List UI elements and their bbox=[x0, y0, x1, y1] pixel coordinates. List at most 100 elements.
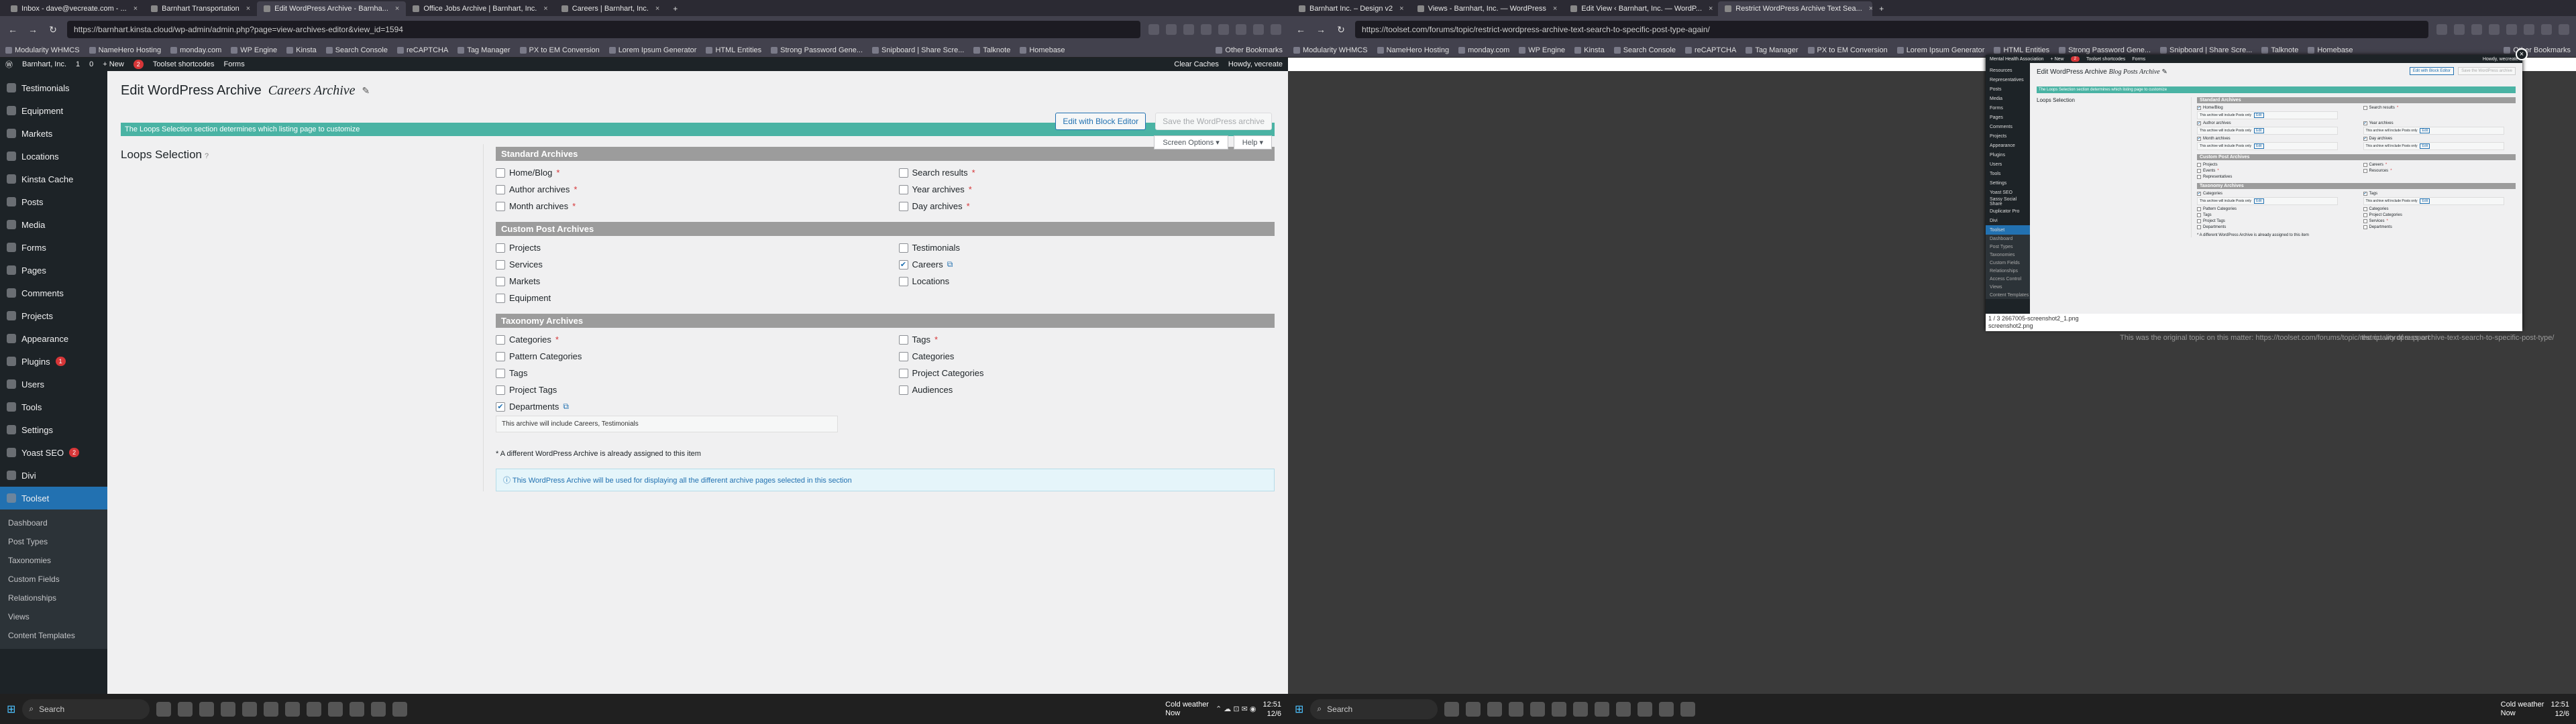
help-icon[interactable]: ? bbox=[205, 152, 209, 160]
bookmark[interactable]: Snipboard | Share Scre... bbox=[2160, 46, 2252, 54]
checkbox-project-tags[interactable]: Project Tags bbox=[496, 385, 872, 395]
checkbox-day-archives[interactable]: Day archives * bbox=[898, 201, 1275, 211]
menu-item-plugins[interactable]: Plugins 1 bbox=[0, 350, 107, 373]
extension-icon[interactable] bbox=[2524, 24, 2534, 35]
taskbar-app-icon[interactable] bbox=[371, 701, 386, 717]
bookmark[interactable]: WP Engine bbox=[1519, 46, 1565, 54]
close-tab-icon[interactable]: × bbox=[395, 5, 399, 13]
howdy-user[interactable]: Howdy, vecreate bbox=[1228, 60, 1283, 68]
menu-item-users[interactable]: Users bbox=[0, 373, 107, 396]
checkbox-author-archives[interactable]: Author archives * bbox=[496, 184, 872, 194]
taskbar-app-icon[interactable] bbox=[1509, 701, 1524, 717]
menu-icon[interactable] bbox=[2559, 24, 2569, 35]
bookmark[interactable]: reCAPTCHA bbox=[1685, 46, 1736, 54]
edit-name-icon[interactable]: ✎ bbox=[362, 85, 370, 97]
toolset-shortcodes-link[interactable]: Toolset shortcodes bbox=[153, 60, 215, 68]
bookmark[interactable]: Homebase bbox=[2308, 46, 2353, 54]
edit-link-icon[interactable]: ⧉ bbox=[563, 402, 569, 412]
menu-item-settings[interactable]: Settings bbox=[0, 418, 107, 441]
taskbar-app-icon[interactable] bbox=[1573, 701, 1589, 717]
menu-item-pages[interactable]: Pages bbox=[0, 259, 107, 282]
checkbox-project-categories[interactable]: Project Categories bbox=[898, 368, 1275, 378]
close-tab-icon[interactable]: × bbox=[655, 5, 659, 13]
bookmark[interactable]: Kinsta bbox=[286, 46, 317, 54]
checkbox[interactable] bbox=[898, 201, 908, 211]
checkbox-year-archives[interactable]: Year archives * bbox=[898, 184, 1275, 194]
new-content-link[interactable]: + New bbox=[103, 60, 124, 68]
taskbar-app-icon[interactable] bbox=[242, 701, 258, 717]
menu-item-equipment[interactable]: Equipment bbox=[0, 99, 107, 122]
bookmark[interactable]: HTML Entities bbox=[1994, 46, 2049, 54]
bookmark[interactable]: WP Engine bbox=[231, 46, 277, 54]
taskbar-app-icon[interactable] bbox=[1487, 701, 1503, 717]
browser-tab[interactable]: Inbox - dave@vecreate.com - ... × bbox=[4, 1, 144, 16]
bookmark[interactable]: Modularity WHMCS bbox=[5, 46, 80, 54]
taskbar-app-icon[interactable] bbox=[307, 701, 322, 717]
updates-count[interactable]: 1 bbox=[76, 60, 80, 68]
extension-icon[interactable] bbox=[2506, 24, 2517, 35]
taskbar-app-icon[interactable] bbox=[328, 701, 343, 717]
checkbox-services[interactable]: Services bbox=[496, 259, 872, 269]
edit-with-block-editor-button[interactable]: Edit with Block Editor bbox=[1055, 113, 1146, 130]
checkbox[interactable] bbox=[496, 276, 505, 286]
windows-start-icon[interactable]: ⊞ bbox=[7, 703, 15, 716]
taskbar-search[interactable]: ⌕ Search bbox=[22, 699, 150, 719]
checkbox[interactable] bbox=[496, 259, 505, 269]
clock[interactable]: 12:51 12/6 bbox=[2551, 700, 2569, 719]
forward-icon[interactable]: → bbox=[1315, 24, 1327, 35]
checkbox[interactable] bbox=[496, 335, 505, 345]
taskbar-app-icon[interactable] bbox=[221, 701, 236, 717]
checkbox-month-archives[interactable]: Month archives * bbox=[496, 201, 872, 211]
checkbox-careers[interactable]: ✔ Careers ⧉ bbox=[898, 259, 1275, 269]
taskbar-app-icon[interactable] bbox=[350, 701, 365, 717]
reload-icon[interactable]: ↻ bbox=[1335, 24, 1347, 36]
taskbar-app-icon[interactable] bbox=[1659, 701, 1674, 717]
checkbox-audiences[interactable]: Audiences bbox=[898, 385, 1275, 395]
taskbar-app-icon[interactable] bbox=[1595, 701, 1610, 717]
bookmark[interactable]: monday.com bbox=[170, 46, 221, 54]
checkbox-checked[interactable]: ✔ bbox=[898, 259, 908, 269]
checkbox[interactable] bbox=[898, 368, 908, 378]
checkbox-testimonials[interactable]: Testimonials bbox=[898, 243, 1275, 253]
checkbox-pattern-categories[interactable]: Pattern Categories bbox=[496, 351, 872, 361]
save-archive-button[interactable]: Save the WordPress archive bbox=[1155, 113, 1272, 130]
taskbar-app-icon[interactable] bbox=[178, 701, 193, 717]
extension-icon[interactable] bbox=[1166, 24, 1177, 35]
lightbox-close-button[interactable]: × bbox=[2516, 48, 2528, 60]
weather-widget[interactable]: Cold weather Now bbox=[1165, 701, 1209, 718]
checkbox[interactable] bbox=[496, 351, 505, 361]
taskbar-app-icon[interactable] bbox=[392, 701, 408, 717]
checkbox-home-blog[interactable]: Home/Blog * bbox=[496, 168, 872, 178]
checkbox[interactable] bbox=[898, 168, 908, 178]
taskbar-app-icon[interactable] bbox=[199, 701, 215, 717]
site-name-link[interactable]: Barnhart, Inc. bbox=[22, 60, 66, 68]
bookmark[interactable]: Snipboard | Share Scre... bbox=[872, 46, 964, 54]
checkbox-categories[interactable]: Categories * bbox=[496, 335, 872, 345]
checkbox[interactable] bbox=[496, 168, 505, 178]
checkbox[interactable] bbox=[496, 243, 505, 253]
checkbox[interactable] bbox=[898, 351, 908, 361]
menu-item-yoast[interactable]: Yoast SEO 2 bbox=[0, 441, 107, 464]
new-tab-button[interactable]: + bbox=[1872, 1, 1890, 16]
screen-options-button[interactable]: Screen Options ▾ bbox=[1154, 135, 1228, 149]
taskbar-app-icon[interactable] bbox=[1530, 701, 1546, 717]
extension-icon[interactable] bbox=[2541, 24, 2552, 35]
extension-icon[interactable] bbox=[1183, 24, 1194, 35]
checkbox[interactable] bbox=[898, 276, 908, 286]
browser-tab-active[interactable]: Edit WordPress Archive - Barnha... × bbox=[257, 1, 407, 16]
extension-icon[interactable] bbox=[1201, 24, 1212, 35]
checkbox-departments[interactable]: ✔ Departments ⧉ bbox=[496, 402, 872, 412]
bookmark[interactable]: HTML Entities bbox=[706, 46, 761, 54]
menu-item-posts[interactable]: Posts bbox=[0, 190, 107, 213]
browser-tab[interactable]: Views - Barnhart, Inc. — WordPress × bbox=[1411, 1, 1564, 16]
help-button[interactable]: Help ▾ bbox=[1233, 135, 1272, 149]
bookmark[interactable]: Tag Manager bbox=[458, 46, 510, 54]
bookmark[interactable]: Talknote bbox=[973, 46, 1010, 54]
taskbar-app-icon[interactable] bbox=[264, 701, 279, 717]
submenu-post-types[interactable]: Post Types bbox=[0, 532, 107, 551]
bookmark[interactable]: Search Console bbox=[326, 46, 388, 54]
extension-icon[interactable] bbox=[1253, 24, 1264, 35]
bookmark[interactable]: PX to EM Conversion bbox=[1808, 46, 1888, 54]
browser-tab[interactable]: Careers | Barnhart, Inc. × bbox=[555, 1, 667, 16]
bookmark[interactable]: Lorem Ipsum Generator bbox=[609, 46, 697, 54]
